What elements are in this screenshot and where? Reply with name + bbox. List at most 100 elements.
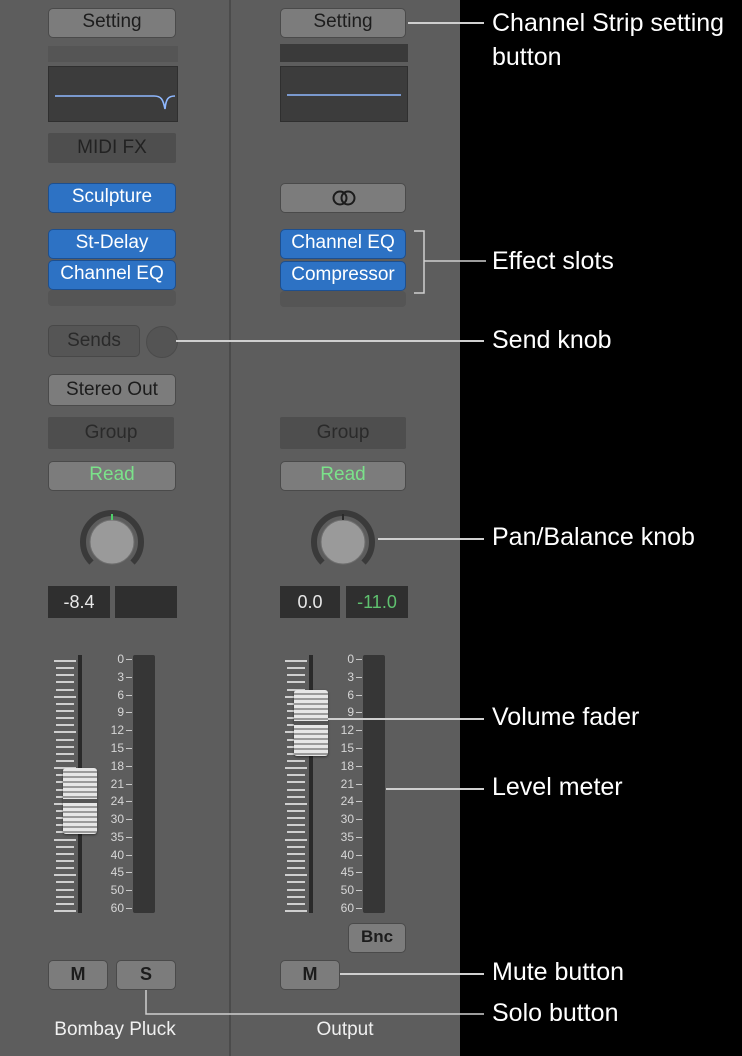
fader-tick: [56, 724, 74, 727]
meter-scale-tick: [126, 659, 132, 660]
meter-scale-label: 12: [340, 723, 354, 738]
fader-cap[interactable]: [63, 768, 97, 834]
output-slot[interactable]: Stereo Out: [48, 374, 176, 406]
callout-line: [176, 340, 484, 342]
effect-slot-2[interactable]: Compressor: [280, 261, 406, 291]
strip-name[interactable]: Bombay Pluck: [20, 1019, 210, 1041]
pan-knob[interactable]: [77, 506, 147, 576]
fader-tick: [285, 874, 307, 877]
effect-slot-empty[interactable]: [48, 290, 176, 306]
meter-scale-tick: [356, 908, 362, 909]
fader-tick: [287, 788, 305, 791]
eq-thumbnail[interactable]: [48, 66, 178, 122]
fader-tick: [287, 781, 305, 784]
effect-slot-2[interactable]: Channel EQ: [48, 260, 176, 290]
sends-slot[interactable]: Sends: [48, 325, 140, 357]
stereo-link-icon: [332, 190, 356, 206]
fader-tick: [285, 910, 307, 912]
bounce-button[interactable]: Bnc: [348, 923, 406, 953]
meter-scale-tick: [126, 801, 132, 803]
fader-tick: [56, 888, 74, 891]
midi-fx-slot[interactable]: MIDI FX: [48, 133, 176, 163]
group-slot[interactable]: Group: [280, 417, 406, 449]
meter-scale-tick: [356, 730, 362, 732]
fader-tick: [287, 667, 305, 670]
fader-tick: [54, 838, 76, 841]
fader-tick: [56, 752, 74, 755]
callout-label: Level meter: [492, 773, 623, 801]
group-slot[interactable]: Group: [48, 417, 174, 449]
effect-slot-1[interactable]: Channel EQ: [280, 229, 406, 259]
meter-scale-label: 3: [347, 669, 354, 684]
meter-scale-label: 0: [117, 652, 124, 666]
solo-button[interactable]: S: [116, 960, 176, 990]
meter-scale-label: 18: [340, 758, 354, 773]
meter-scale-label: 50: [340, 883, 354, 898]
meter-scale-label: 40: [340, 847, 354, 862]
stereo-link-button[interactable]: [280, 183, 406, 213]
volume-readout[interactable]: 0.0: [280, 586, 340, 618]
setting-button[interactable]: Setting: [280, 8, 406, 38]
fader-tick: [287, 860, 305, 862]
fader-tick: [54, 731, 76, 734]
balance-knob[interactable]: [308, 506, 378, 576]
fader-tick: [56, 710, 74, 712]
fader-tick: [287, 845, 305, 848]
meter-scale-tick: [126, 747, 132, 749]
meter-scale-tick: [356, 836, 362, 838]
fader-cap[interactable]: [294, 690, 328, 756]
fader-tick: [56, 702, 74, 705]
fader-tick: [56, 902, 74, 905]
fader-tick: [287, 902, 305, 905]
meter-scale-tick: [356, 676, 362, 678]
meter-scale-tick: [356, 890, 362, 892]
meter-scale-tick: [356, 694, 362, 696]
balance-knob-icon: [311, 510, 375, 565]
fader-tick: [287, 674, 305, 677]
pan-knob-icon: [80, 510, 144, 565]
fader-tick: [285, 767, 307, 770]
effect-slot-empty[interactable]: [280, 291, 406, 307]
fader-tick: [287, 681, 305, 684]
mute-button[interactable]: M: [48, 960, 108, 990]
fader-tick: [287, 810, 305, 812]
volume-readout[interactable]: -8.4: [48, 586, 110, 618]
fader-tick: [287, 760, 305, 762]
send-knob[interactable]: [146, 326, 178, 358]
callout-label: Send knob: [492, 326, 612, 354]
fader-tick: [56, 845, 74, 848]
callout-label: Effect slots: [492, 247, 614, 275]
meter-scale-tick: [356, 854, 362, 856]
meter-scale-tick: [126, 783, 132, 785]
fader-tick: [287, 774, 305, 777]
meter-scale-tick: [356, 801, 362, 803]
meter-scale-label: 35: [340, 829, 354, 844]
strip-name[interactable]: Output: [250, 1019, 440, 1041]
fader-tick: [287, 824, 305, 827]
fader-tick: [56, 674, 74, 677]
peak-readout[interactable]: -11.0: [346, 586, 408, 618]
effect-slot-1[interactable]: St-Delay: [48, 229, 176, 259]
callout-line: [378, 538, 484, 540]
fader-tick: [56, 738, 74, 741]
automation-mode-button[interactable]: Read: [280, 461, 406, 491]
meter-scale-tick: [126, 836, 132, 838]
meter-scale-label: 40: [110, 847, 124, 862]
meter-scale-tick: [356, 659, 362, 660]
meter-scale-tick: [126, 712, 132, 714]
eq-curve-graph: [55, 95, 176, 110]
callout-label: Solo button: [492, 999, 619, 1027]
meter-scale-tick: [126, 908, 132, 909]
level-meter: [363, 655, 385, 913]
setting-button[interactable]: Setting: [48, 8, 176, 38]
instrument-slot-sculpture[interactable]: Sculpture: [48, 183, 176, 213]
eq-thumbnail[interactable]: [280, 66, 408, 122]
mute-button[interactable]: M: [280, 960, 340, 990]
strip-divider: [229, 0, 231, 1056]
callout-line: [328, 718, 484, 720]
fader-tick: [285, 802, 307, 805]
automation-mode-button[interactable]: Read: [48, 461, 176, 491]
meter-scale-label: 45: [340, 865, 354, 880]
meter-scale-label: 15: [340, 740, 354, 755]
peak-readout[interactable]: [115, 586, 177, 618]
